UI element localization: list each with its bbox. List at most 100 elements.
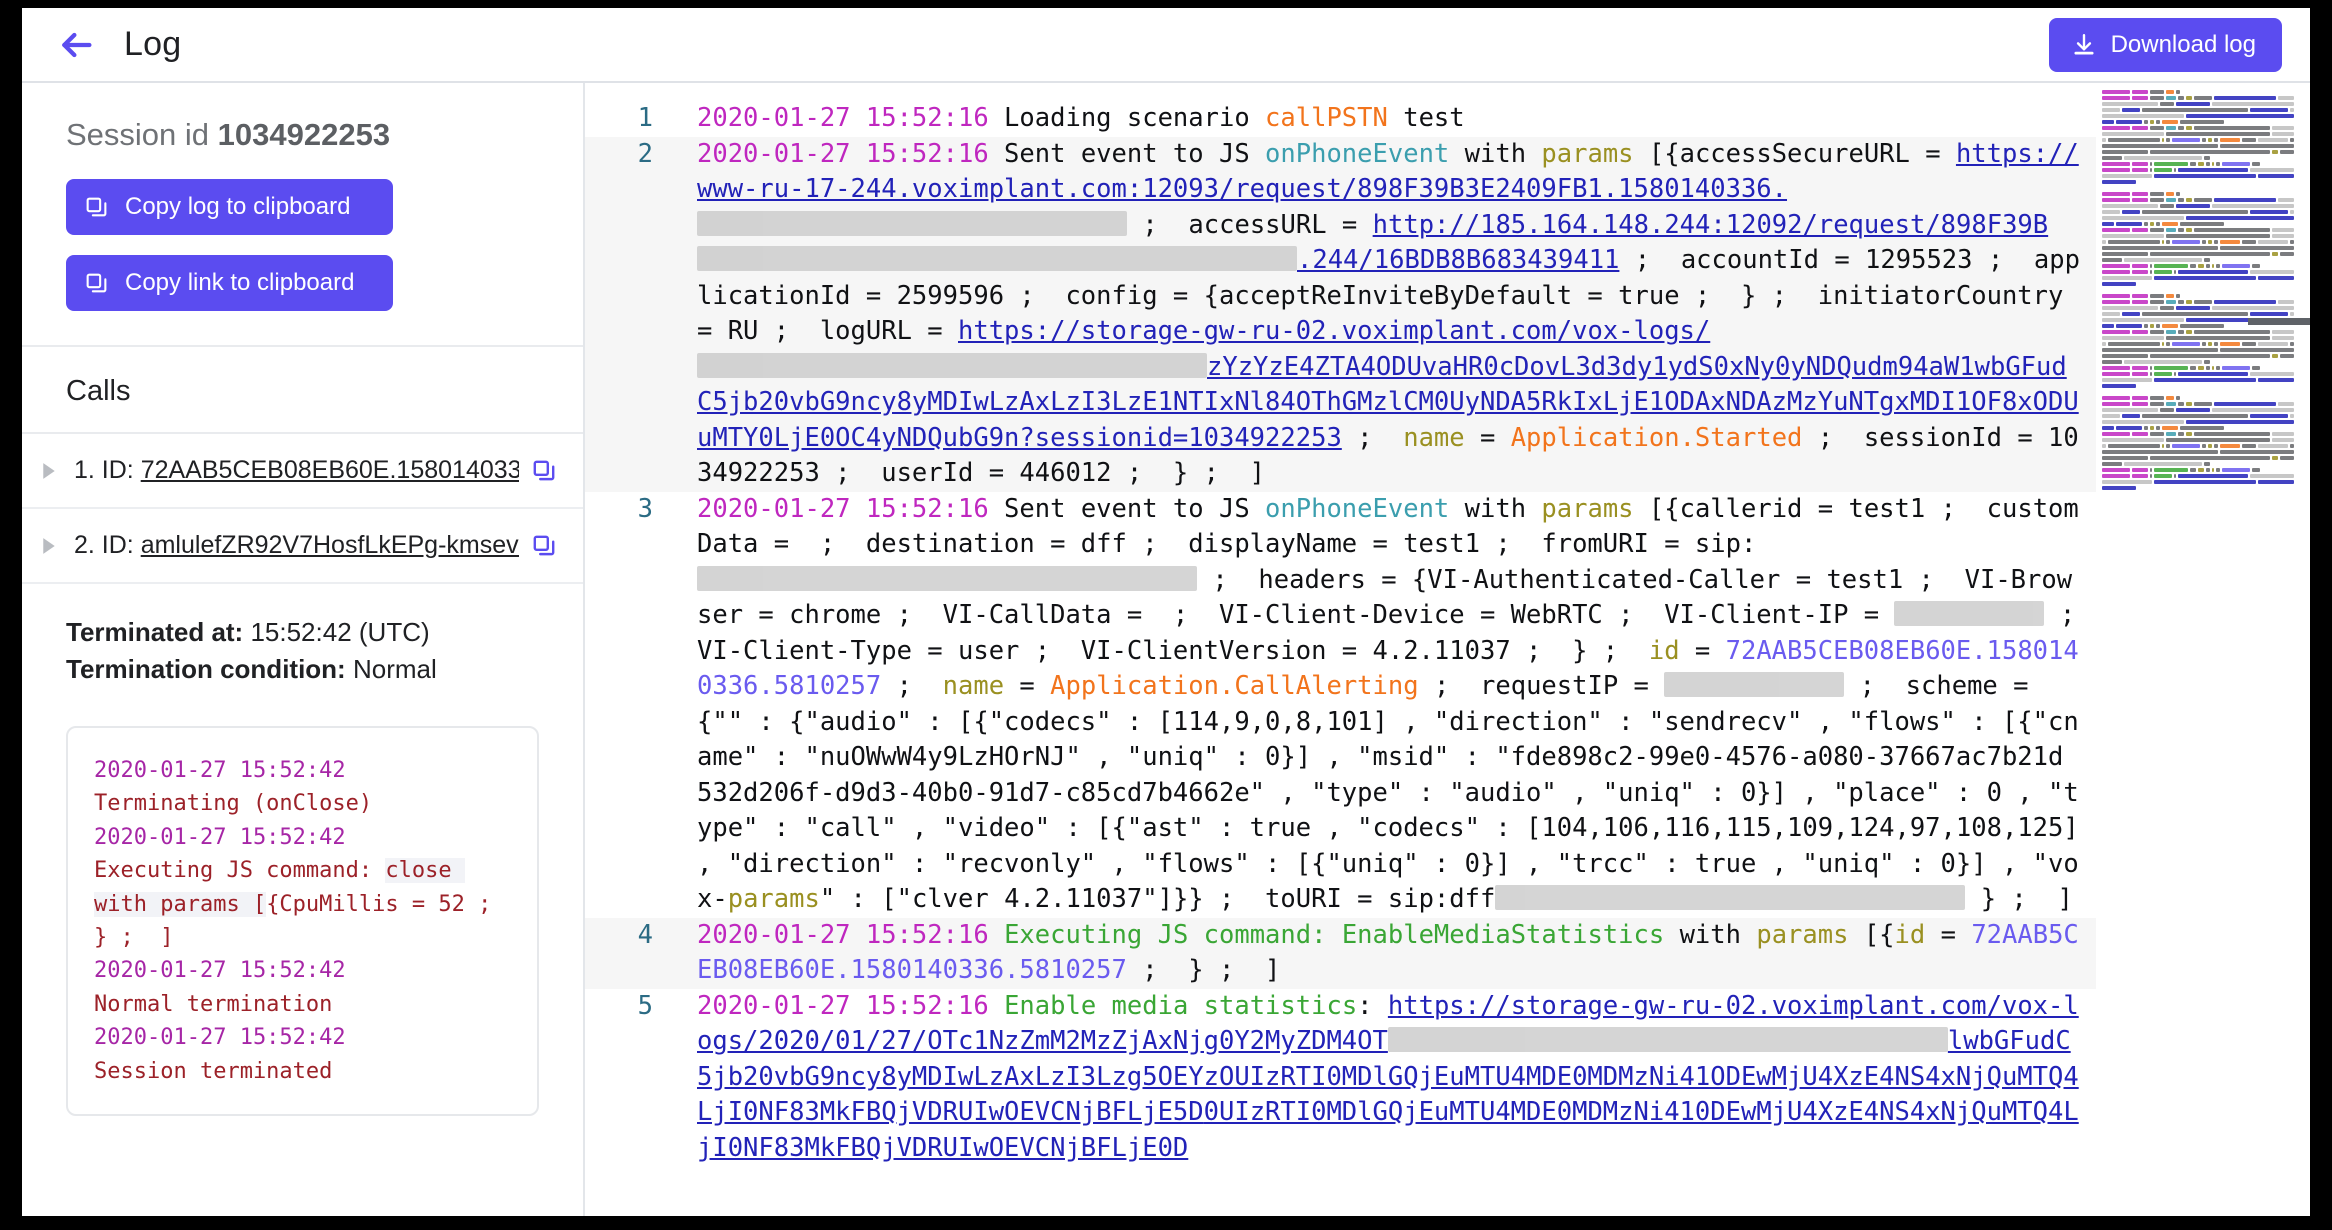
minimap-segment xyxy=(2222,263,2250,268)
minimap-row xyxy=(2102,311,2300,316)
minimap-segment xyxy=(2142,107,2248,112)
minimap-segment xyxy=(2206,365,2210,370)
minimap-segment xyxy=(2166,329,2176,334)
minimap-segment xyxy=(2214,137,2218,142)
minimap-segment xyxy=(2162,443,2164,448)
minimap-segment xyxy=(2198,467,2204,472)
caret-right-icon[interactable] xyxy=(36,461,62,481)
minimap-segment xyxy=(2258,137,2288,142)
minimap-segment xyxy=(2212,161,2214,166)
log-link[interactable]: https://storage-gw-ru-02.voximplant.com/… xyxy=(958,316,1710,346)
minimap-segment xyxy=(2242,443,2256,448)
log-token-key: params xyxy=(1541,493,1634,524)
minimap-segment xyxy=(2102,317,2184,322)
minimap-segment xyxy=(2194,329,2270,334)
minimap-segment xyxy=(2154,371,2172,376)
minimap-segment xyxy=(2208,137,2212,142)
call-id[interactable]: 72AAB5CEB08EB60E.1580140336.... xyxy=(141,456,519,484)
call-id[interactable]: amlulefZR92V7HosfLkEPg-kmseva0... xyxy=(141,531,519,559)
minimap-segment xyxy=(2132,365,2148,370)
minimap-segment xyxy=(2150,167,2152,172)
minimap-segment xyxy=(2178,371,2248,376)
log-viewer-window: Log Download log Session id 1034922253 C… xyxy=(22,8,2310,1216)
back-button[interactable] xyxy=(50,19,102,71)
download-log-button[interactable]: Download log xyxy=(2048,17,2282,72)
minimap-segment xyxy=(2180,323,2224,328)
minimap-segment xyxy=(2190,161,2196,166)
minimap-row xyxy=(2102,233,2300,238)
minimap-row xyxy=(2102,197,2300,202)
minimap-segment xyxy=(2280,353,2294,358)
terminated-at-row: Terminated at: 15:52:42 (UTC) xyxy=(66,614,539,651)
minimap-segment xyxy=(2102,281,2136,286)
log-content[interactable]: 1 2020-01-27 15:52:16 Loading scenario ca… xyxy=(585,83,2096,1216)
minimap-segment xyxy=(2102,191,2130,196)
minimap-row xyxy=(2102,119,2300,124)
minimap-segment xyxy=(2124,257,2202,262)
minimap-segment xyxy=(2102,323,2114,328)
copy-link-button[interactable]: Copy link to clipboard xyxy=(66,255,393,311)
minimap-segment xyxy=(2250,413,2288,418)
log-token-plain: ; accessURL = xyxy=(1127,209,1373,240)
copy-icon[interactable] xyxy=(531,533,557,559)
minimap-segment xyxy=(2204,257,2210,262)
minimap-segment xyxy=(2154,167,2172,172)
redacted-text xyxy=(1664,672,1845,697)
minimap-segment xyxy=(2204,461,2210,466)
minimap-segment xyxy=(2178,197,2184,202)
minimap-row xyxy=(2102,95,2300,100)
caret-right-icon[interactable] xyxy=(36,536,62,556)
call-row[interactable]: 2. ID: amlulefZR92V7HosfLkEPg-kmseva0... xyxy=(22,509,583,584)
copy-icon[interactable] xyxy=(531,458,557,484)
minimap-segment xyxy=(2186,197,2192,202)
minimap-segment xyxy=(2272,149,2278,154)
minimap-segment xyxy=(2290,413,2294,418)
copy-log-button[interactable]: Copy log to clipboard xyxy=(66,179,393,235)
log-link[interactable]: http://185.164.148.244:12092/request/898… xyxy=(1373,210,2049,240)
minimap-segment xyxy=(2216,467,2220,472)
minimap-segment xyxy=(2194,227,2270,232)
minimap-segment xyxy=(2150,425,2154,430)
minimap-segment xyxy=(2132,293,2148,298)
minimap-segment xyxy=(2178,95,2184,100)
line-number: 1 xyxy=(637,103,653,133)
minimap-row xyxy=(2102,335,2300,340)
minimap-segment xyxy=(2178,473,2248,478)
minimap-row xyxy=(2102,173,2300,178)
minimap-row xyxy=(2102,371,2300,376)
call-row[interactable]: 1. ID: 72AAB5CEB08EB60E.1580140336.... xyxy=(22,434,583,509)
minimap-row xyxy=(2102,467,2300,472)
minimap-segment xyxy=(2150,95,2164,100)
minimap-segment xyxy=(2272,335,2294,340)
minimap-segment xyxy=(2204,359,2210,364)
session-id-label: Session id xyxy=(66,117,210,152)
minimap-segment xyxy=(2154,263,2188,268)
minimap-segment xyxy=(2258,479,2294,484)
minimap-segment xyxy=(2102,113,2184,118)
log-link[interactable]: .244/16BDB8B683439411 xyxy=(1297,245,1619,275)
minimap-segment xyxy=(2132,167,2148,172)
minimap-row xyxy=(2102,179,2300,184)
minimap-segment xyxy=(2102,437,2164,442)
minimap-segment xyxy=(2132,263,2148,268)
minimap-segment xyxy=(2272,227,2294,232)
minimap-scrollbar[interactable] xyxy=(2248,83,2310,1216)
minimap-segment xyxy=(2166,239,2170,244)
minimap-segment xyxy=(2272,233,2294,238)
minimap-segment xyxy=(2208,341,2212,346)
minimap-segment xyxy=(2186,113,2294,118)
termination-log-box: 2020-01-27 15:52:42 Terminating (onClose)… xyxy=(66,725,539,1117)
log-token-plain: ; scheme = {"" : {"audio" : [{"codecs" :… xyxy=(697,671,2095,914)
minimap-segment xyxy=(2102,455,2148,460)
log-token-name: callPSTN xyxy=(1265,103,1388,133)
minimap-segment xyxy=(2172,341,2200,346)
minimap-segment xyxy=(2186,431,2192,436)
minimap-segment xyxy=(2280,455,2294,460)
log-token-plain: = xyxy=(1004,671,1051,701)
minimap-scroll-thumb[interactable] xyxy=(2248,318,2310,325)
minimap-row xyxy=(2102,449,2300,454)
minimap-segment xyxy=(2272,125,2294,130)
minimap-segment xyxy=(2180,119,2224,124)
code-minimap[interactable] xyxy=(2096,83,2310,1216)
minimap-segment xyxy=(2156,425,2160,430)
